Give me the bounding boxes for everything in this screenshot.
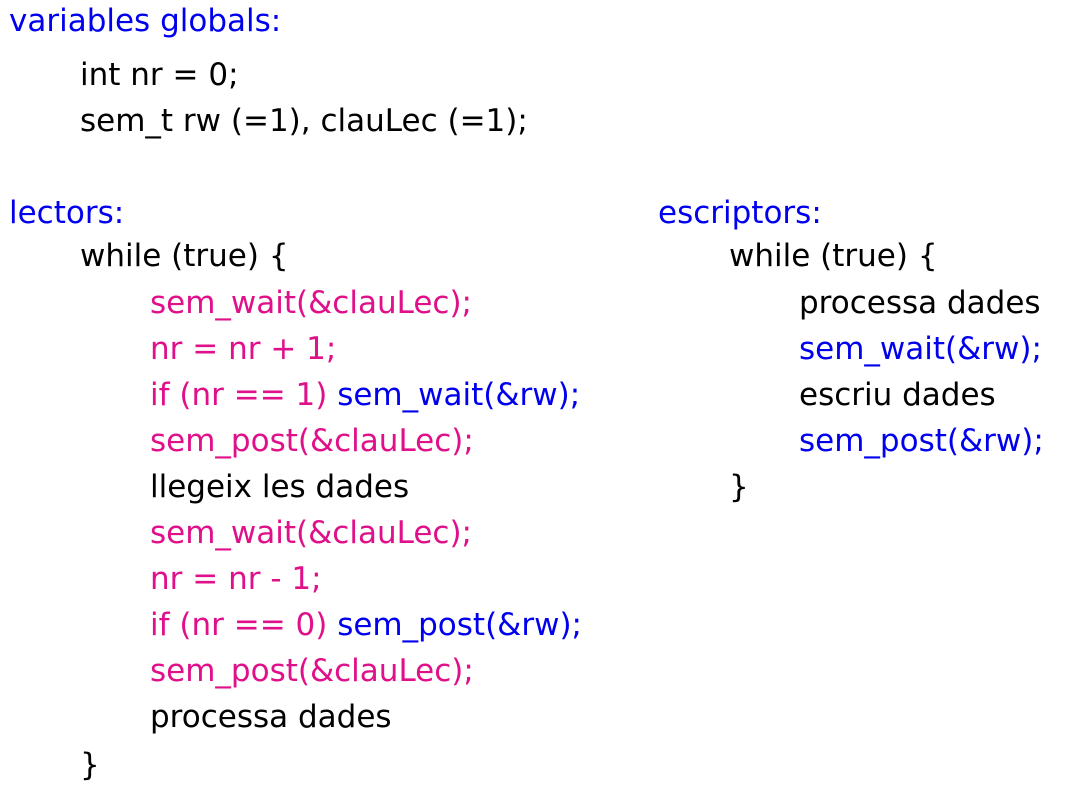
writers-line-4: sem_post(&rw); — [799, 423, 1044, 459]
writers-loop-open: while (true) { — [729, 238, 938, 274]
globals-heading: variables globals: — [9, 3, 282, 39]
readers-line-1: sem_wait(&clauLec); — [150, 285, 472, 321]
readers-loop-open: while (true) { — [80, 238, 289, 274]
readers-line-6: sem_wait(&clauLec); — [150, 515, 472, 551]
readers-line-4: sem_post(&clauLec); — [150, 423, 474, 459]
readers-line-7: nr = nr - 1; — [150, 561, 322, 597]
writers-loop-close: } — [729, 469, 749, 505]
readers-loop-close: } — [80, 747, 100, 783]
writers-line-3: escriu dades — [799, 377, 996, 413]
readers-line-9: sem_post(&clauLec); — [150, 653, 474, 689]
readers-line-8: if (nr == 0) sem_post(&rw); — [150, 605, 582, 645]
readers-line-2: nr = nr + 1; — [150, 331, 337, 367]
readers-line-3: if (nr == 1) sem_wait(&rw); — [150, 375, 580, 415]
readers-line-5: llegeix les dades — [150, 469, 410, 505]
readers-line-8-condition: if (nr == 0) — [150, 607, 338, 643]
global-nr-declaration: int nr = 0; — [80, 57, 239, 93]
readers-heading: lectors: — [9, 195, 125, 231]
readers-line-3-wait-rw: sem_wait(&rw); — [337, 377, 581, 413]
readers-line-3-condition: if (nr == 1) — [150, 377, 338, 413]
readers-line-10: processa dades — [150, 699, 392, 735]
slide: { "colors": { "heading": "#0000ee", "mut… — [0, 0, 1081, 791]
readers-line-8-post-rw: sem_post(&rw); — [337, 607, 582, 643]
writers-heading: escriptors: — [658, 195, 822, 231]
writers-line-2: sem_wait(&rw); — [799, 331, 1042, 367]
global-semaphores-declaration: sem_t rw (=1), clauLec (=1); — [80, 103, 528, 139]
writers-line-1: processa dades — [799, 285, 1041, 321]
